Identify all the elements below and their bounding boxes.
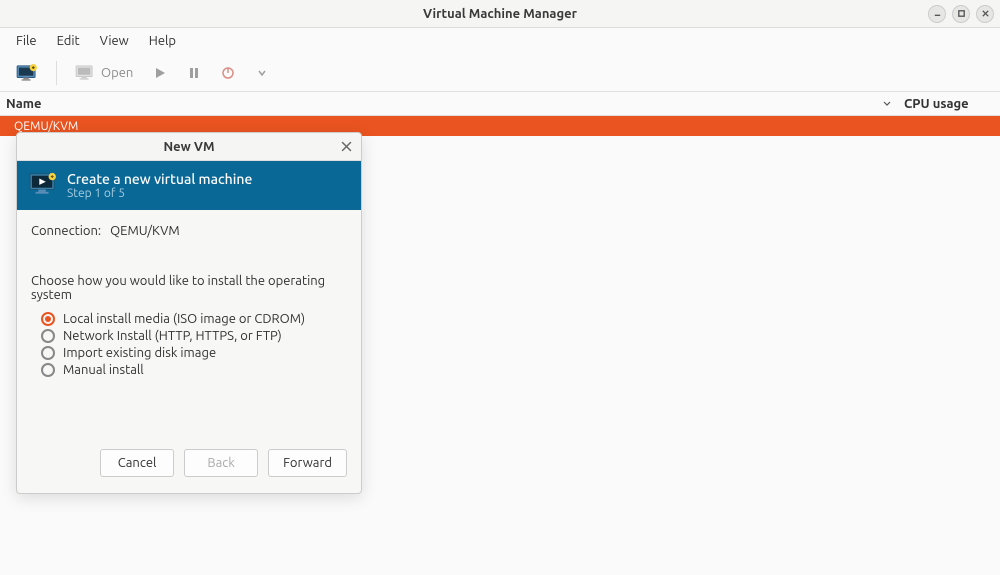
pause-button[interactable] xyxy=(179,58,209,88)
menu-edit[interactable]: Edit xyxy=(47,31,90,51)
column-header: Name CPU usage xyxy=(0,92,1000,116)
back-button[interactable]: Back xyxy=(184,449,258,477)
window-title: Virtual Machine Manager xyxy=(423,7,577,21)
power-button[interactable] xyxy=(213,58,243,88)
radio-option-local-media[interactable]: Local install media (ISO image or CDROM) xyxy=(41,312,347,326)
radio-label: Local install media (ISO image or CDROM) xyxy=(63,312,305,326)
radio-label: Network Install (HTTP, HTTPS, or FTP) xyxy=(63,329,282,343)
dialog-body: Connection: QEMU/KVM Choose how you woul… xyxy=(17,210,361,493)
connection-value: QEMU/KVM xyxy=(110,224,180,238)
radio-icon xyxy=(41,329,55,343)
forward-button[interactable]: Forward xyxy=(268,449,347,477)
vm-screen-icon xyxy=(29,172,57,199)
column-name[interactable]: Name xyxy=(6,97,882,111)
close-button[interactable] xyxy=(976,5,994,23)
dialog-header-step: Step 1 of 5 xyxy=(67,187,252,200)
radio-icon xyxy=(41,346,55,360)
play-button[interactable] xyxy=(145,58,175,88)
maximize-button[interactable] xyxy=(952,5,970,23)
dialog-title: New VM xyxy=(163,140,214,154)
column-cpu-usage[interactable]: CPU usage xyxy=(904,97,994,111)
connection-label: Connection: xyxy=(31,224,101,238)
open-button-label: Open xyxy=(101,66,133,80)
radio-option-network-install[interactable]: Network Install (HTTP, HTTPS, or FTP) xyxy=(41,329,347,343)
dialog-close-button[interactable] xyxy=(339,140,353,154)
new-vm-button[interactable] xyxy=(8,58,46,88)
dialog-titlebar: New VM xyxy=(17,133,361,161)
window-controls xyxy=(928,5,994,23)
menubar: File Edit View Help xyxy=(0,28,1000,54)
radio-label: Import existing disk image xyxy=(63,346,216,360)
dialog-header-title: Create a new virtual machine xyxy=(67,171,252,187)
radio-option-manual-install[interactable]: Manual install xyxy=(41,363,347,377)
titlebar: Virtual Machine Manager xyxy=(0,0,1000,28)
toolbar: Open xyxy=(0,54,1000,92)
cancel-button[interactable]: Cancel xyxy=(100,449,174,477)
minimize-button[interactable] xyxy=(928,5,946,23)
toolbar-separator xyxy=(56,61,57,85)
new-vm-dialog: New VM Create a new virtual machine Step… xyxy=(16,132,362,494)
install-prompt: Choose how you would like to install the… xyxy=(31,274,347,302)
menu-view[interactable]: View xyxy=(90,31,139,51)
menu-file[interactable]: File xyxy=(6,31,47,51)
dialog-header: Create a new virtual machine Step 1 of 5 xyxy=(17,161,361,210)
connection-row-label: QEMU/KVM xyxy=(14,120,78,133)
open-button[interactable]: Open xyxy=(67,58,141,88)
radio-icon xyxy=(41,363,55,377)
connection-info: Connection: QEMU/KVM xyxy=(31,224,347,238)
radio-label: Manual install xyxy=(63,363,144,377)
radio-option-import-disk[interactable]: Import existing disk image xyxy=(41,346,347,360)
power-dropdown[interactable] xyxy=(247,58,277,88)
radio-icon xyxy=(41,312,55,326)
sort-chevron-icon xyxy=(882,97,892,111)
dialog-header-text: Create a new virtual machine Step 1 of 5 xyxy=(67,171,252,200)
dialog-button-row: Cancel Back Forward xyxy=(31,449,347,477)
menu-help[interactable]: Help xyxy=(139,31,186,51)
